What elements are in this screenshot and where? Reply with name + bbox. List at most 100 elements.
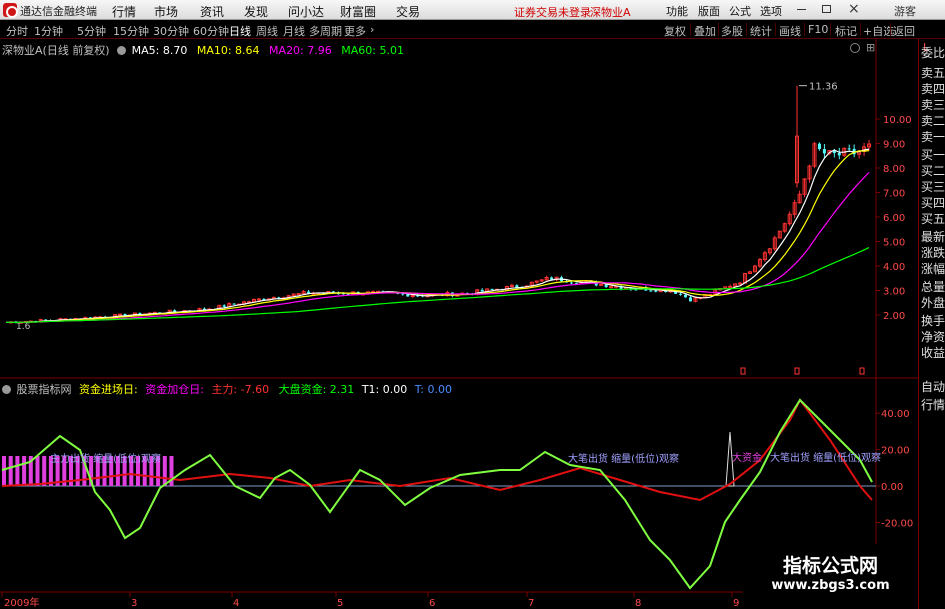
annotation-label: 大资金 xyxy=(732,451,762,464)
watermark: 指标公式网 www.zbgs3.com xyxy=(743,544,918,604)
candle xyxy=(837,153,841,156)
ma5-value: MA5: 8.70 xyxy=(131,44,188,57)
high-label: 11.36 xyxy=(809,82,838,93)
annotation-label: 主力出货 缩量(低位)观察 xyxy=(50,452,161,465)
side-item[interactable]: 换手 xyxy=(921,314,945,328)
dp-line xyxy=(1,398,873,590)
indicator-tick-label: 20.00 xyxy=(881,446,910,457)
price-tick-label: 10.00 xyxy=(883,115,912,126)
candle xyxy=(738,282,743,285)
side-item[interactable]: 卖五 xyxy=(921,66,945,80)
jc-add-bar xyxy=(35,456,40,486)
side-item[interactable]: 涨幅 xyxy=(921,262,945,276)
jc-add-bar xyxy=(162,456,167,486)
kline-chart[interactable]: 10.009.008.007.006.005.004.003.002.0040.… xyxy=(0,0,918,609)
candle xyxy=(173,310,177,312)
dp-value: 大盘资金: 2.31 xyxy=(278,383,355,396)
candle xyxy=(232,303,236,305)
side-item[interactable]: 收益 xyxy=(921,346,945,360)
side-item[interactable]: 行情 xyxy=(921,398,945,412)
candle xyxy=(847,148,851,150)
candle xyxy=(604,284,608,288)
time-tick-label: 9 xyxy=(733,598,739,609)
side-item[interactable]: 买二 xyxy=(921,164,945,178)
jc-add-label: 资金加仓日: xyxy=(145,383,204,396)
watermark-title: 指标公式网 xyxy=(782,555,878,577)
time-tick-label: 5 xyxy=(337,598,343,609)
jc-add-bar xyxy=(2,456,6,486)
ma60-value: MA60: 5.01 xyxy=(341,44,404,57)
time-tick-label: 4 xyxy=(233,598,239,609)
side-panel: L 委比 卖五 卖四 卖三 卖二 卖一 买一 买二 买三 买四 买五 最新 涨跌… xyxy=(918,39,945,609)
side-item[interactable]: 总量 xyxy=(921,280,945,294)
side-item[interactable]: 卖二 xyxy=(921,114,945,128)
event-marker xyxy=(740,367,746,375)
candle xyxy=(296,293,301,296)
main-info-line: 深物业A(日线 前复权) MA5: 8.70 MA10: 8.64 MA20: … xyxy=(2,42,404,58)
side-item[interactable]: 买四 xyxy=(921,196,945,210)
price-tick-label: 8.00 xyxy=(883,164,905,175)
side-item[interactable]: 委比 xyxy=(921,46,945,60)
side-item[interactable]: 外盘 xyxy=(921,296,945,310)
price-tick-label: 6.00 xyxy=(883,213,905,224)
candle xyxy=(679,293,683,295)
price-tick-label: 2.00 xyxy=(883,311,905,322)
candle xyxy=(684,294,688,298)
ma10-line xyxy=(5,150,870,324)
side-item[interactable]: 买一 xyxy=(921,148,945,162)
side-item[interactable]: 自动 xyxy=(921,380,945,394)
candle xyxy=(654,290,658,292)
time-tick-label: 7 xyxy=(528,598,534,609)
low-label: 1.6 xyxy=(16,322,31,332)
time-tick-label: 6 xyxy=(429,598,435,609)
time-tick-label: 2009年 xyxy=(4,596,39,609)
event-marker xyxy=(794,367,800,375)
price-tick-label: 4.00 xyxy=(883,262,905,273)
candle xyxy=(256,298,261,301)
jc-label: 资金进场日: xyxy=(79,383,138,396)
candle xyxy=(688,297,692,302)
ma5-line xyxy=(5,148,870,324)
side-item[interactable]: 买三 xyxy=(921,180,945,194)
candle xyxy=(822,149,826,154)
indicator-tick-label: 40.00 xyxy=(881,409,910,420)
chart-settings-icon[interactable] xyxy=(117,46,127,55)
side-item[interactable]: 净资 xyxy=(921,330,945,344)
side-item[interactable]: 最新 xyxy=(921,230,945,244)
jc-add-bar xyxy=(22,456,27,486)
candle xyxy=(649,290,653,292)
ma20-value: MA20: 7.96 xyxy=(269,44,332,57)
price-tick-label: 9.00 xyxy=(883,140,905,151)
candles-group xyxy=(8,139,872,324)
price-tick-label: 5.00 xyxy=(883,238,905,249)
ma60-line xyxy=(5,247,870,324)
time-tick-label: 8 xyxy=(635,598,641,609)
indicator-settings-icon[interactable] xyxy=(2,385,11,394)
zl-value: 主力: -7.60 xyxy=(211,383,270,396)
indicator-tick-label: -20.00 xyxy=(881,518,913,529)
watermark-url: www.zbgs3.com xyxy=(771,578,890,593)
candle xyxy=(490,288,494,290)
jc-add-bar xyxy=(42,456,47,486)
candle xyxy=(118,313,123,316)
candle xyxy=(569,282,573,284)
indicator-tick-label: 0.00 xyxy=(881,482,903,493)
event-marker xyxy=(859,367,865,375)
side-item[interactable]: 卖四 xyxy=(921,82,945,96)
candle xyxy=(574,282,578,284)
time-tick-label: 3 xyxy=(131,598,137,609)
t1-value: T1: 0.00 xyxy=(361,383,408,396)
ma10-value: MA10: 8.64 xyxy=(196,44,260,57)
candle xyxy=(222,305,226,307)
jc-add-bar xyxy=(15,456,20,486)
candle xyxy=(480,289,484,292)
side-item[interactable]: 卖一 xyxy=(921,130,945,144)
side-item[interactable]: 卖三 xyxy=(921,98,945,112)
side-item[interactable]: 买五 xyxy=(921,212,945,226)
side-item[interactable]: 涨跌 xyxy=(921,246,945,260)
price-tick-label: 3.00 xyxy=(883,287,905,298)
gear-icon[interactable] xyxy=(850,43,860,53)
panel-layout-icon[interactable]: ⊞ xyxy=(866,41,875,54)
annotation-label: 大笔出货 缩量(低位)观察 xyxy=(770,451,881,464)
candle xyxy=(728,285,733,288)
